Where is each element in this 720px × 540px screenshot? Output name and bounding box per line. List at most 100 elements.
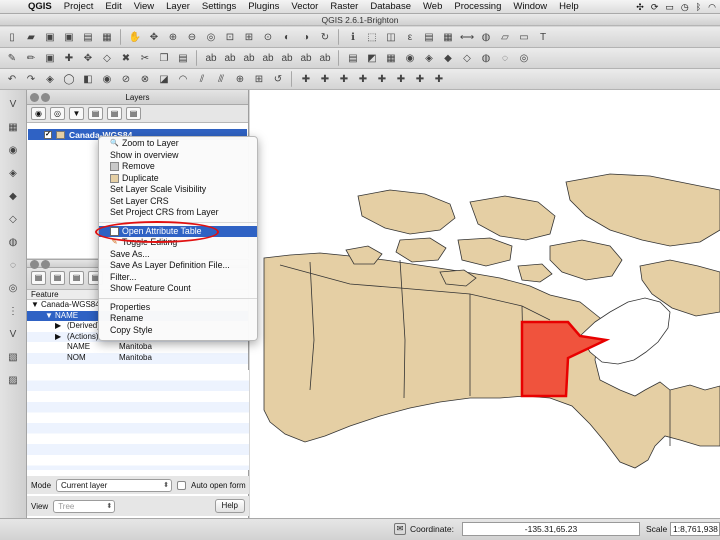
display-icon[interactable]: ▭ — [665, 0, 674, 14]
expand-tree-icon[interactable]: ▤ — [31, 271, 46, 285]
zoom-full-icon[interactable]: ⊡ — [222, 29, 238, 45]
label-move-icon[interactable]: ab — [260, 50, 276, 66]
new-project-icon[interactable]: ▯ — [4, 29, 20, 45]
expand-all-icon[interactable]: ▤ — [88, 107, 103, 120]
ctx-zoom-to-layer[interactable]: 🔍 Zoom to Layer — [99, 138, 257, 150]
ctx-copy-style[interactable]: Copy Style — [99, 325, 257, 337]
open-project-icon[interactable]: ▰ — [23, 29, 39, 45]
menu-vector[interactable]: Vector — [285, 0, 324, 14]
offset-curve-icon[interactable]: ◠ — [175, 71, 191, 87]
menu-edit[interactable]: Edit — [99, 0, 127, 14]
add-vector-layer-icon[interactable]: ◩ — [364, 50, 380, 66]
ctx-duplicate[interactable]: Duplicate — [99, 173, 257, 185]
new-print-composer-icon[interactable]: ▤ — [80, 29, 96, 45]
tree-row-attribute[interactable]: NOM Manitoba — [27, 352, 248, 364]
save-edits-icon[interactable]: ▣ — [42, 50, 58, 66]
add-oracle-layer-icon[interactable]: ◇ — [4, 211, 22, 227]
add-feature-icon[interactable]: ✚ — [61, 50, 77, 66]
tree-row-attribute[interactable]: NAME Manitoba — [27, 342, 248, 353]
add-raster-layer-icon[interactable]: ▦ — [383, 50, 399, 66]
menu-layer[interactable]: Layer — [160, 0, 196, 14]
delete-selected-icon[interactable]: ✖ — [118, 50, 134, 66]
select-icon[interactable]: ⬚ — [364, 29, 380, 45]
map-tips-icon[interactable]: ◍ — [478, 29, 494, 45]
time-machine-icon[interactable]: ◷ — [681, 0, 689, 14]
menu-help[interactable]: Help — [553, 0, 585, 14]
pan-icon[interactable]: ✋ — [127, 29, 143, 45]
split-features-icon[interactable]: ⫽ — [194, 71, 210, 87]
zoom-to-layer-icon[interactable]: ⊙ — [260, 29, 276, 45]
text-annotation-icon[interactable]: T — [535, 29, 551, 45]
pan-to-selection-icon[interactable]: ✥ — [146, 29, 162, 45]
merge-features-icon[interactable]: ⊕ — [232, 71, 248, 87]
ctx-show-feature-count[interactable]: Show Feature Count — [99, 283, 257, 295]
menu-web[interactable]: Web — [417, 0, 448, 14]
add-vector-layer-icon[interactable]: V — [4, 96, 22, 112]
menu-view[interactable]: View — [128, 0, 160, 14]
ctx-rename[interactable]: Rename — [99, 313, 257, 325]
ctx-set-project-crs[interactable]: Set Project CRS from Layer — [99, 207, 257, 219]
wifi-icon[interactable]: ◠ — [708, 0, 716, 14]
mode-select[interactable]: Current layer — [56, 478, 173, 492]
add-wfs-layer-icon[interactable]: ◎ — [4, 280, 22, 296]
close-panel-icon[interactable] — [30, 260, 39, 269]
scale-field[interactable]: 1:8,761,938 — [670, 522, 720, 536]
zoom-to-selection-icon[interactable]: ⊞ — [241, 29, 257, 45]
layer-style-icon[interactable]: ◉ — [31, 107, 46, 120]
dropbox-icon[interactable]: ✣ — [636, 0, 644, 14]
delete-part-icon[interactable]: ⊗ — [137, 71, 153, 87]
add-mssql-icon[interactable]: ◆ — [440, 50, 456, 66]
field-calculator-icon[interactable]: ▦ — [440, 29, 456, 45]
add-wfs-icon[interactable]: ◎ — [516, 50, 532, 66]
view-select[interactable]: Tree — [53, 499, 116, 513]
add-postgis-layer-icon[interactable]: ◉ — [4, 142, 22, 158]
new-gpx-icon[interactable]: ✚ — [336, 71, 352, 87]
add-raster-layer-icon[interactable]: ▦ — [4, 119, 22, 135]
undo-icon[interactable]: ↶ — [4, 71, 20, 87]
paste-features-icon[interactable]: ▤ — [175, 50, 191, 66]
save-as-icon[interactable]: ▣ — [61, 29, 77, 45]
split-parts-icon[interactable]: ⫻ — [213, 71, 229, 87]
add-wcs-layer-icon[interactable]: ◌ — [4, 257, 22, 273]
reshape-features-icon[interactable]: ◪ — [156, 71, 172, 87]
add-postgis-icon[interactable]: ◉ — [402, 50, 418, 66]
ctx-set-layer-scale-visibility[interactable]: Set Layer Scale Visibility — [99, 184, 257, 196]
float-panel-icon[interactable] — [41, 260, 50, 269]
menu-raster[interactable]: Raster — [324, 0, 364, 14]
new-temp-layer-icon[interactable]: ✚ — [355, 71, 371, 87]
label-show-hide-icon[interactable]: ab — [317, 50, 333, 66]
map-svg[interactable] — [250, 90, 720, 518]
add-part-icon[interactable]: ◧ — [80, 71, 96, 87]
float-panel-icon[interactable] — [41, 93, 50, 102]
expression-select-icon[interactable]: ε — [402, 29, 418, 45]
menu-database[interactable]: Database — [364, 0, 417, 14]
expand-new-icon[interactable]: ▤ — [69, 271, 84, 285]
menu-app[interactable]: QGIS — [22, 0, 58, 14]
zoom-out-icon[interactable]: ⊖ — [184, 29, 200, 45]
attribute-table-icon[interactable]: ▤ — [421, 29, 437, 45]
move-feature-icon[interactable]: ✥ — [80, 50, 96, 66]
add-group-icon[interactable]: ◎ — [50, 107, 65, 120]
rotate-symbols-icon[interactable]: ↺ — [270, 71, 286, 87]
add-wms-icon[interactable]: ◍ — [478, 50, 494, 66]
ctx-open-attribute-table[interactable]: Open Attribute Table — [99, 225, 257, 237]
layer-symbol-swatch[interactable] — [56, 130, 65, 139]
add-mssql-layer-icon[interactable]: ◆ — [4, 188, 22, 204]
show-bookmarks-icon[interactable]: ▭ — [516, 29, 532, 45]
delete-ring-icon[interactable]: ⊘ — [118, 71, 134, 87]
menu-processing[interactable]: Processing — [448, 0, 507, 14]
new-spatialite-icon[interactable]: ✚ — [317, 71, 333, 87]
bluetooth-icon[interactable]: ᛒ — [696, 0, 701, 14]
add-gpx-icon[interactable]: ▨ — [4, 372, 22, 388]
add-oracle-icon[interactable]: ◇ — [459, 50, 475, 66]
fill-ring-icon[interactable]: ◉ — [99, 71, 115, 87]
ctx-remove[interactable]: Remove — [99, 161, 257, 173]
filter-legend-icon[interactable]: ▼ — [69, 107, 84, 120]
zoom-actual-size-icon[interactable]: ◎ — [203, 29, 219, 45]
menu-plugins[interactable]: Plugins — [242, 0, 285, 14]
sync-icon[interactable]: ⟳ — [651, 0, 659, 14]
auto-open-checkbox[interactable] — [177, 480, 187, 490]
ctx-save-as[interactable]: Save As... — [99, 249, 257, 261]
label-highlight-icon[interactable]: ab — [241, 50, 257, 66]
add-csw-icon[interactable]: ▤ — [345, 50, 361, 66]
